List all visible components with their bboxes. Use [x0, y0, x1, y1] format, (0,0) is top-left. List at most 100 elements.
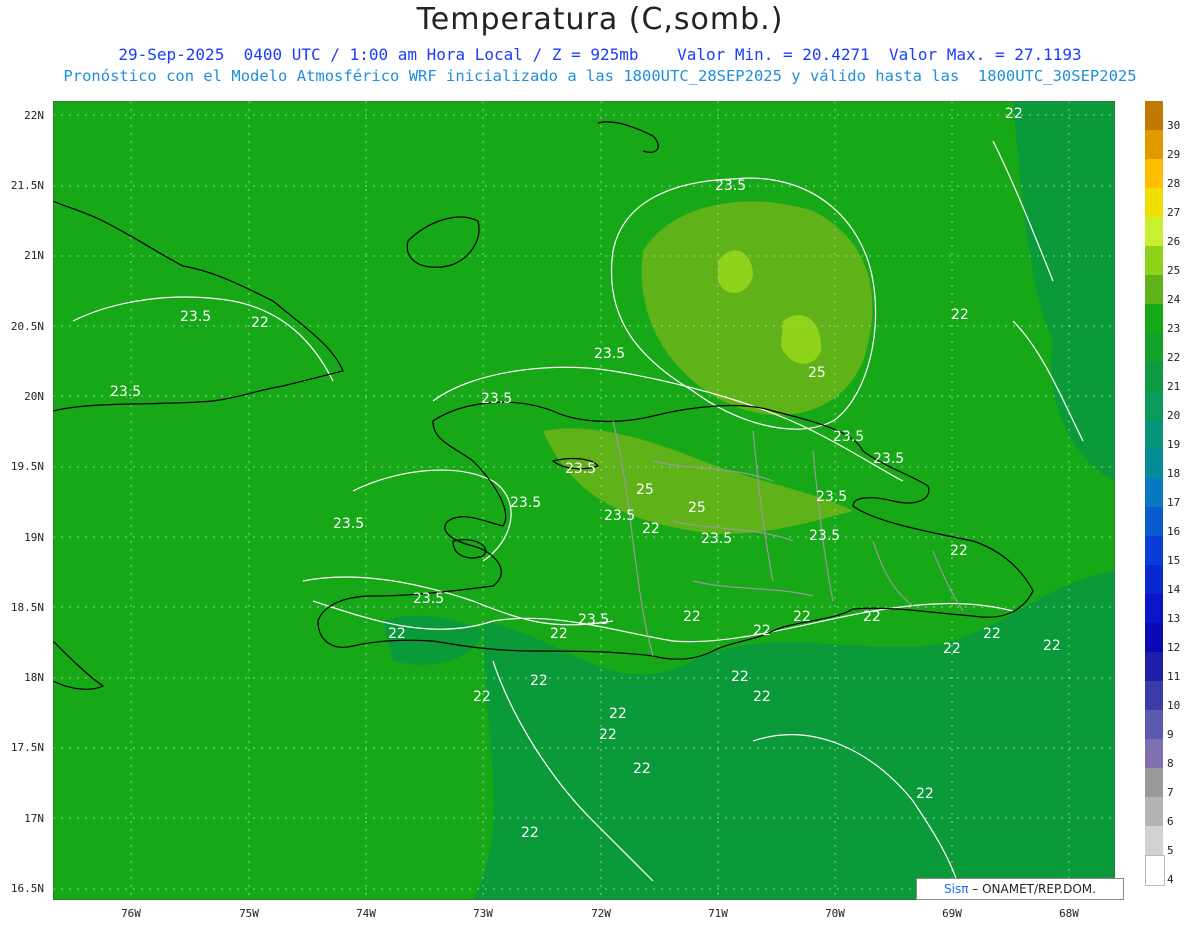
colorbar-label: 15 [1167, 554, 1181, 567]
contour-label: 22 [951, 307, 969, 323]
colorbar-label: 26 [1167, 235, 1181, 248]
contour-label: 22 [863, 609, 881, 625]
lat-label: 19.5N [10, 460, 44, 473]
colorbar-label: 10 [1167, 699, 1181, 712]
lat-label: 17N [24, 812, 44, 825]
lat-label: 18N [24, 671, 44, 684]
temperature-map: 22 23.5 22 23.5 23.5 23.5 23.5 25 22 25 … [53, 101, 1115, 900]
map-subtitle-line2: Pronóstico con el Modelo Atmosférico WRF… [63, 67, 1137, 85]
colorbar-label: 21 [1167, 380, 1181, 393]
credit-text: – ONAMET/REP.DOM. [972, 882, 1096, 896]
lat-label: 16.5N [10, 882, 44, 895]
colorbar-label: 13 [1167, 612, 1181, 625]
contour-label: 22 [1043, 638, 1061, 654]
contour-label: 22 [793, 609, 811, 625]
colorbar-segment [1145, 739, 1163, 768]
contour-label: 23.5 [180, 309, 211, 325]
contour-label: 22 [530, 673, 548, 689]
lon-label: 71W [708, 907, 728, 920]
contour-label: 23.5 [333, 516, 364, 532]
lon-label: 70W [825, 907, 845, 920]
contour-label: 22 [683, 609, 701, 625]
colorbar-segment [1145, 797, 1163, 826]
contour-label: 23.5 [715, 178, 746, 194]
colorbar-label: 18 [1167, 467, 1181, 480]
colorbar-segment [1145, 333, 1163, 362]
colorbar-segment [1145, 652, 1163, 681]
lon-label: 73W [473, 907, 493, 920]
lon-label: 76W [121, 907, 141, 920]
contour-label: 22 [753, 689, 771, 705]
lat-label: 21N [24, 249, 44, 262]
colorbar-label: 14 [1167, 583, 1181, 596]
colorbar-segment [1145, 420, 1163, 449]
colorbar [1145, 101, 1165, 886]
colorbar-label: 5 [1167, 844, 1174, 857]
contour-label: 22 [473, 689, 491, 705]
colorbar-segment [1145, 623, 1163, 652]
lat-label: 21.5N [10, 179, 44, 192]
contour-label: 23.5 [413, 591, 444, 607]
colorbar-label: 30 [1167, 119, 1181, 132]
contour-label: 22 [633, 761, 651, 777]
lat-label: 17.5N [10, 741, 44, 754]
colorbar-segment [1145, 768, 1163, 797]
lat-label: 22N [24, 109, 44, 122]
colorbar-label: 16 [1167, 525, 1181, 538]
contour-label: 23.5 [701, 531, 732, 547]
colorbar-segment [1145, 710, 1163, 739]
contour-label: 22 [950, 543, 968, 559]
colorbar-segment [1145, 855, 1165, 886]
contour-label: 22 [251, 315, 269, 331]
contour-label: 23.5 [578, 612, 609, 628]
contour-label: 22 [599, 727, 617, 743]
map-title: Temperatura (C,somb.) [416, 2, 784, 37]
colorbar-segment [1145, 188, 1163, 217]
contour-label: 23.5 [816, 489, 847, 505]
lon-label: 69W [942, 907, 962, 920]
contour-label: 25 [636, 482, 654, 498]
contour-label: 25 [688, 500, 706, 516]
contour-label: 22 [1005, 106, 1023, 122]
lon-label: 75W [239, 907, 259, 920]
colorbar-label: 28 [1167, 177, 1181, 190]
colorbar-label: 20 [1167, 409, 1181, 422]
contour-label: 22 [731, 669, 749, 685]
contour-label: 23.5 [510, 495, 541, 511]
colorbar-label: 9 [1167, 728, 1174, 741]
contour-label: 22 [943, 641, 961, 657]
colorbar-label: 25 [1167, 264, 1181, 277]
contour-label: 23.5 [604, 508, 635, 524]
colorbar-label: 23 [1167, 322, 1181, 335]
contour-label: 22 [388, 626, 406, 642]
colorbar-label: 7 [1167, 786, 1174, 799]
map-subtitle-line1: 29-Sep-2025 0400 UTC / 1:00 am Hora Loca… [118, 45, 1082, 64]
colorbar-segment [1145, 536, 1163, 565]
colorbar-segment [1145, 362, 1163, 391]
lat-label: 20N [24, 390, 44, 403]
colorbar-label: 17 [1167, 496, 1181, 509]
contour-label: 23.5 [481, 391, 512, 407]
colorbar-segment [1145, 101, 1163, 130]
colorbar-segment [1145, 681, 1163, 710]
colorbar-segment [1145, 478, 1163, 507]
contour-label: 23.5 [565, 461, 596, 477]
contour-label: 23.5 [594, 346, 625, 362]
lon-label: 72W [591, 907, 611, 920]
contour-label: 22 [521, 825, 539, 841]
credit-box: Sisπ – ONAMET/REP.DOM. [916, 878, 1124, 900]
colorbar-label: 8 [1167, 757, 1174, 770]
colorbar-segment [1145, 594, 1163, 623]
credit-logo: Sisπ [944, 882, 969, 896]
colorbar-segment [1145, 246, 1163, 275]
contour-label: 22 [983, 626, 1001, 642]
contour-label: 22 [753, 623, 771, 639]
contour-label: 22 [916, 786, 934, 802]
lat-label: 19N [24, 531, 44, 544]
lat-label: 18.5N [10, 601, 44, 614]
colorbar-segment [1145, 391, 1163, 420]
contour-label: 22 [550, 626, 568, 642]
colorbar-segment [1145, 449, 1163, 478]
contour-label: 23.5 [809, 528, 840, 544]
lat-label: 20.5N [10, 320, 44, 333]
